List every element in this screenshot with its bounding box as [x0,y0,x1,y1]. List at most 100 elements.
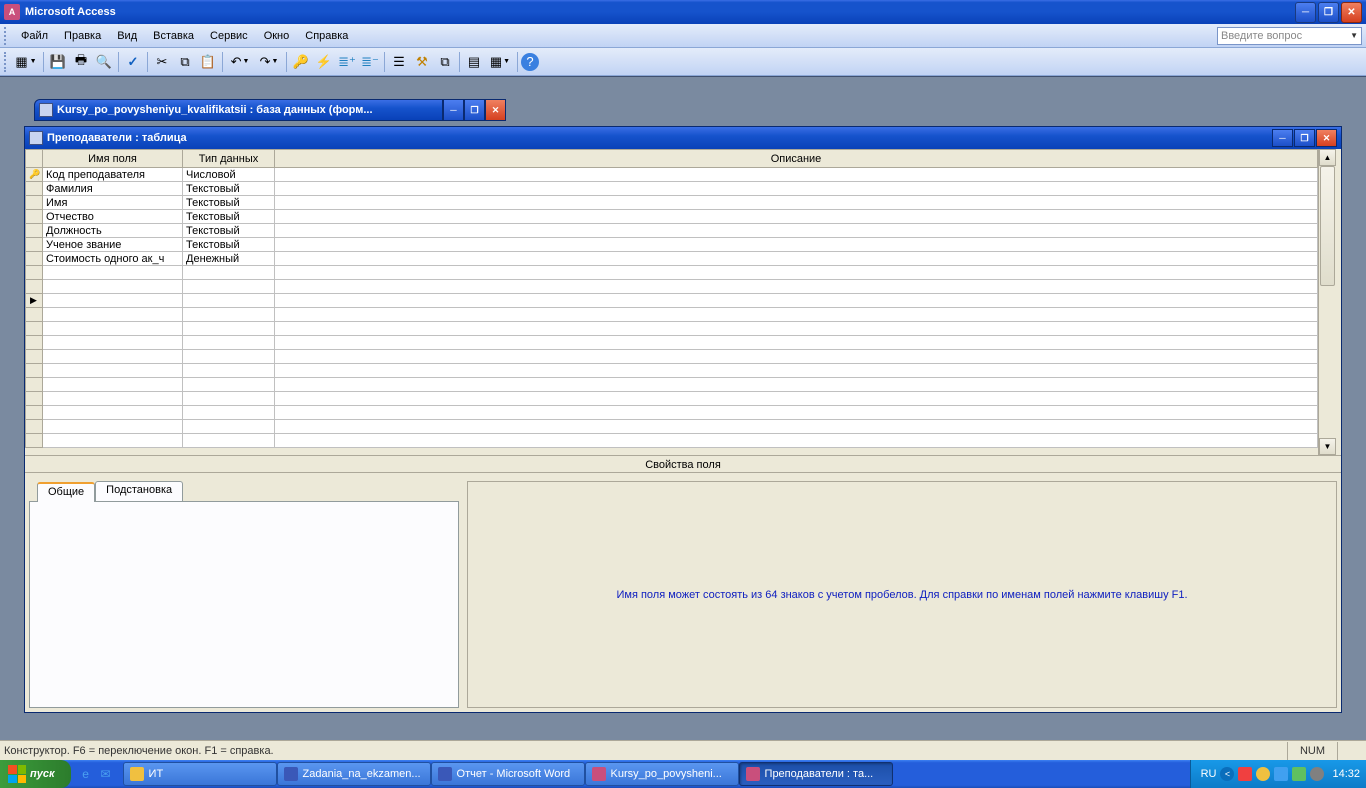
builder-button[interactable]: ⚒ [411,51,433,73]
cell-data-type[interactable]: Текстовый [183,182,275,196]
row-selector[interactable] [26,350,43,364]
cell-description[interactable] [275,196,1318,210]
cell-field-name[interactable] [43,308,183,322]
cell-description[interactable] [275,336,1318,350]
cell-description[interactable] [275,168,1318,182]
cell-field-name[interactable] [43,420,183,434]
task-button[interactable]: Отчет - Microsoft Word [431,762,585,786]
delete-row-button[interactable]: ≣⁻ [359,51,381,73]
row-selector[interactable] [26,210,43,224]
start-button[interactable]: пуск [0,760,71,788]
cell-field-name[interactable] [43,336,183,350]
tray-expand-icon[interactable]: < [1220,767,1234,781]
menu-view[interactable]: Вид [109,27,145,45]
help-button[interactable]: ? [521,53,539,71]
preview-button[interactable]: 🔍 [93,51,115,73]
cell-data-type[interactable] [183,280,275,294]
paste-button[interactable]: 📋 [197,51,219,73]
help-question-input[interactable]: Введите вопрос ▼ [1217,27,1362,45]
task-button[interactable]: Kursy_po_povysheni... [585,762,739,786]
cell-description[interactable] [275,280,1318,294]
cell-data-type[interactable]: Денежный [183,252,275,266]
cell-description[interactable] [275,224,1318,238]
row-selector[interactable] [26,266,43,280]
cell-data-type[interactable] [183,308,275,322]
tray-icon-1[interactable] [1238,767,1252,781]
scroll-thumb[interactable] [1320,166,1335,286]
cell-field-name[interactable] [43,378,183,392]
task-button[interactable]: Zadania_na_ekzamen... [277,762,431,786]
cell-description[interactable] [275,378,1318,392]
row-selector[interactable] [26,434,43,448]
cell-data-type[interactable]: Текстовый [183,210,275,224]
cell-data-type[interactable] [183,420,275,434]
row-selector[interactable] [26,182,43,196]
row-selector[interactable] [26,252,43,266]
cell-description[interactable] [275,322,1318,336]
cell-data-type[interactable] [183,266,275,280]
cell-data-type[interactable]: Текстовый [183,224,275,238]
cell-field-name[interactable] [43,266,183,280]
properties-content[interactable] [29,501,459,708]
row-selector[interactable] [26,168,43,182]
row-selector[interactable] [26,322,43,336]
cell-data-type[interactable] [183,392,275,406]
row-selector[interactable] [26,224,43,238]
menu-help[interactable]: Справка [297,27,356,45]
cell-field-name[interactable] [43,364,183,378]
row-selector[interactable] [26,294,43,308]
row-selector[interactable] [26,406,43,420]
copy-button[interactable]: ⧉ [174,51,196,73]
cell-description[interactable] [275,294,1318,308]
tw-minimize-button[interactable]: ─ [1272,129,1293,147]
indexes-button[interactable]: ⚡ [313,51,335,73]
tray-clock[interactable]: 14:32 [1332,768,1360,780]
cell-field-name[interactable] [43,392,183,406]
relationships-button[interactable]: ⧉ [434,51,456,73]
close-button[interactable]: ✕ [1341,2,1362,23]
menu-file[interactable]: Файл [13,27,56,45]
table-window-titlebar[interactable]: Преподаватели : таблица ─ ❐ ✕ [25,127,1341,149]
cell-field-name[interactable] [43,322,183,336]
cell-data-type[interactable] [183,336,275,350]
cell-description[interactable] [275,434,1318,448]
row-selector[interactable] [26,196,43,210]
cell-data-type[interactable]: Текстовый [183,196,275,210]
cell-description[interactable] [275,238,1318,252]
cut-button[interactable]: ✂ [151,51,173,73]
header-field-name[interactable]: Имя поля [43,150,183,168]
primary-key-button[interactable]: 🔑 [290,51,312,73]
cell-description[interactable] [275,210,1318,224]
cell-field-name[interactable]: Должность [43,224,183,238]
menu-service[interactable]: Сервис [202,27,256,45]
tw-close-button[interactable]: ✕ [1316,129,1337,147]
cell-field-name[interactable]: Стоимость одного ак_ч [43,252,183,266]
row-selector[interactable] [26,308,43,322]
cell-data-type[interactable] [183,378,275,392]
db-close-button[interactable]: ✕ [485,99,506,121]
cell-data-type[interactable] [183,294,275,308]
cell-field-name[interactable] [43,294,183,308]
cell-data-type[interactable]: Числовой [183,168,275,182]
properties-button[interactable]: ☰ [388,51,410,73]
toolbar-grip[interactable] [4,52,9,72]
tray-icon-3[interactable] [1274,767,1288,781]
tab-general[interactable]: Общие [37,482,95,502]
new-object-button[interactable]: ▦▼ [486,51,514,73]
cell-field-name[interactable] [43,280,183,294]
cell-description[interactable] [275,266,1318,280]
header-data-type[interactable]: Тип данных [183,150,275,168]
menubar-grip[interactable] [4,27,9,45]
tray-icon-4[interactable] [1292,767,1306,781]
cell-description[interactable] [275,420,1318,434]
insert-row-button[interactable]: ≣⁺ [336,51,358,73]
tray-icon-5[interactable] [1310,767,1324,781]
undo-button[interactable]: ↶▼ [226,51,254,73]
cell-description[interactable] [275,392,1318,406]
select-all-rows[interactable] [26,150,43,168]
cell-field-name[interactable]: Имя [43,196,183,210]
redo-button[interactable]: ↷▼ [255,51,283,73]
task-button[interactable]: Преподаватели : та... [739,762,893,786]
row-selector[interactable] [26,336,43,350]
fields-grid[interactable]: Имя поля Тип данных Описание Код препода… [25,149,1318,448]
